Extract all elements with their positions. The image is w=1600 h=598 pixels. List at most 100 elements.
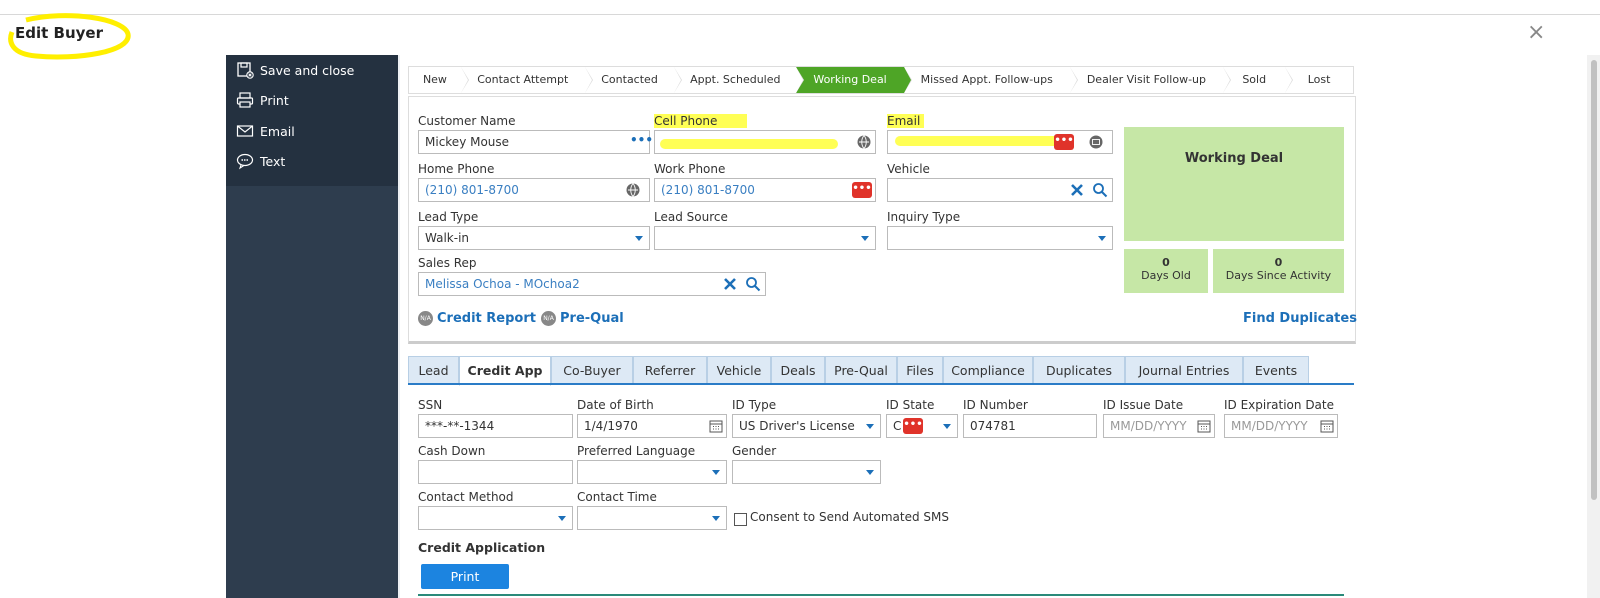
step-sold[interactable]: Sold <box>1223 66 1294 94</box>
tab-deals[interactable]: Deals <box>771 356 825 384</box>
cell-phone-label: Cell Phone <box>654 114 748 128</box>
contact-method-label: Contact Method <box>418 490 514 504</box>
preferred-language-select[interactable] <box>577 460 727 484</box>
credit-application-heading: Credit Application <box>418 540 546 555</box>
save-close-icon <box>237 62 254 79</box>
id-number-input[interactable]: 074781 <box>963 414 1097 438</box>
tab-events[interactable]: Events <box>1243 356 1309 384</box>
chevron-down-icon <box>712 516 720 521</box>
step-dealer-visit-follow-up[interactable]: Dealer Visit Follow-up <box>1069 66 1232 94</box>
printer-icon <box>236 92 254 108</box>
print-button[interactable]: Print <box>236 91 289 109</box>
chevron-down-icon <box>635 236 643 241</box>
email-button[interactable]: Email <box>236 122 295 140</box>
step-working-deal[interactable]: Working Deal <box>796 66 912 94</box>
chevron-down-icon <box>558 516 566 521</box>
globe-phone-icon[interactable] <box>856 134 872 150</box>
chevron-down-icon <box>712 470 720 475</box>
step-missed-appt-follow-ups[interactable]: Missed Appt. Follow-ups <box>903 66 1078 94</box>
close-icon[interactable]: × <box>1527 20 1545 45</box>
cash-down-input[interactable] <box>418 460 573 484</box>
credit-report-link[interactable]: Credit Report <box>437 311 536 326</box>
sms-icon <box>236 153 254 170</box>
deal-status-title: Working Deal <box>1184 151 1284 166</box>
text-label: Text <box>260 153 286 169</box>
text-button[interactable]: Text <box>236 152 285 170</box>
step-new[interactable]: New <box>408 66 469 94</box>
gender-label: Gender <box>732 444 777 458</box>
tab-lead[interactable]: Lead <box>408 356 459 384</box>
work-phone-input[interactable]: (210) 801-8700 <box>654 178 876 202</box>
step-contacted[interactable]: Contacted <box>584 66 683 94</box>
calendar-icon[interactable] <box>709 419 723 433</box>
id-state-label: ID State <box>886 398 935 412</box>
lead-source-label: Lead Source <box>654 210 728 224</box>
days-old-label: Days Old <box>1141 269 1191 282</box>
days-old-value: 0 <box>1162 256 1170 269</box>
customer-name-input[interactable]: Mickey Mouse <box>418 130 650 154</box>
scrollbar-thumb[interactable] <box>1591 60 1597 500</box>
home-phone-input[interactable]: (210) 801-8700 <box>418 178 650 202</box>
vehicle-label: Vehicle <box>887 162 930 176</box>
na-badge-icon: N/A <box>418 311 433 326</box>
calendar-icon[interactable] <box>1320 419 1334 433</box>
id-expiration-date-input[interactable]: MM/DD/YYYY <box>1224 414 1338 438</box>
id-issue-date-input[interactable]: MM/DD/YYYY <box>1103 414 1215 438</box>
inquiry-type-label: Inquiry Type <box>887 210 961 224</box>
email-redaction <box>895 136 1061 146</box>
id-issue-date-label: ID Issue Date <box>1103 398 1184 412</box>
step-appt-scheduled[interactable]: Appt. Scheduled <box>674 66 805 94</box>
email-action-icon[interactable] <box>1088 134 1104 150</box>
tab-compliance[interactable]: Compliance <box>943 356 1033 384</box>
customer-options-icon[interactable]: ••• <box>630 133 653 147</box>
step-contact-attempt[interactable]: Contact Attempt <box>460 66 593 94</box>
find-duplicates-link[interactable]: Find Duplicates <box>1243 311 1357 326</box>
tab-referrer[interactable]: Referrer <box>633 356 707 384</box>
print-label: Print <box>260 92 289 108</box>
days-old-box: 0 Days Old <box>1124 249 1208 293</box>
envelope-icon <box>236 125 254 137</box>
id-expiration-date-label: ID Expiration Date <box>1224 398 1334 412</box>
gender-select[interactable] <box>732 460 881 484</box>
step-lost[interactable]: Lost <box>1285 66 1354 94</box>
search-icon[interactable] <box>1092 182 1108 198</box>
lead-type-select[interactable]: Walk-in <box>418 226 650 250</box>
lead-source-select[interactable] <box>654 226 876 250</box>
clear-icon[interactable] <box>722 276 738 292</box>
cash-down-label: Cash Down <box>418 444 486 458</box>
consent-sms-label: Consent to Send Automated SMS <box>750 510 949 524</box>
globe-phone-icon[interactable] <box>625 182 641 198</box>
inquiry-type-select[interactable] <box>887 226 1113 250</box>
tab-journal-entries[interactable]: Journal Entries <box>1125 356 1243 384</box>
pre-qual-link[interactable]: Pre-Qual <box>560 311 624 326</box>
id-type-select[interactable]: US Driver's License <box>732 414 881 438</box>
dob-input[interactable]: 1/4/1970 <box>577 414 727 438</box>
email-more-icon[interactable]: ••• <box>1054 134 1074 150</box>
tab-co-buyer[interactable]: Co-Buyer <box>551 356 633 384</box>
sales-rep-label: Sales Rep <box>418 256 477 270</box>
id-number-label: ID Number <box>963 398 1028 412</box>
id-state-more-icon[interactable]: ••• <box>903 418 923 434</box>
credit-app-print-button[interactable]: Print <box>421 564 509 589</box>
pipeline-steps: New Contact Attempt Contacted Appt. Sche… <box>408 66 1354 94</box>
deal-status-box: Working Deal <box>1124 127 1344 241</box>
contact-method-select[interactable] <box>418 506 573 530</box>
home-phone-label: Home Phone <box>418 162 495 176</box>
search-icon[interactable] <box>745 276 761 292</box>
calendar-icon[interactable] <box>1197 419 1211 433</box>
tab-credit-app[interactable]: Credit App <box>459 356 551 386</box>
tab-files[interactable]: Files <box>897 356 943 384</box>
email-label: Email <box>887 114 925 128</box>
dialog-title: Edit Buyer <box>15 24 103 42</box>
tab-duplicates[interactable]: Duplicates <box>1033 356 1125 384</box>
consent-sms-checkbox[interactable] <box>734 513 747 526</box>
tab-vehicle[interactable]: Vehicle <box>707 356 771 384</box>
detail-tabs: Lead Credit App Co-Buyer Referrer Vehicl… <box>408 356 1354 386</box>
clear-icon[interactable] <box>1069 182 1085 198</box>
ssn-input[interactable]: ***-**-1344 <box>418 414 573 438</box>
sales-rep-input[interactable]: Melissa Ochoa - MOchoa2 <box>418 272 766 296</box>
save-and-close-button[interactable]: Save and close <box>236 61 354 79</box>
contact-time-select[interactable] <box>577 506 727 530</box>
tab-pre-qual[interactable]: Pre-Qual <box>825 356 897 384</box>
work-phone-more-icon[interactable]: ••• <box>852 182 872 198</box>
